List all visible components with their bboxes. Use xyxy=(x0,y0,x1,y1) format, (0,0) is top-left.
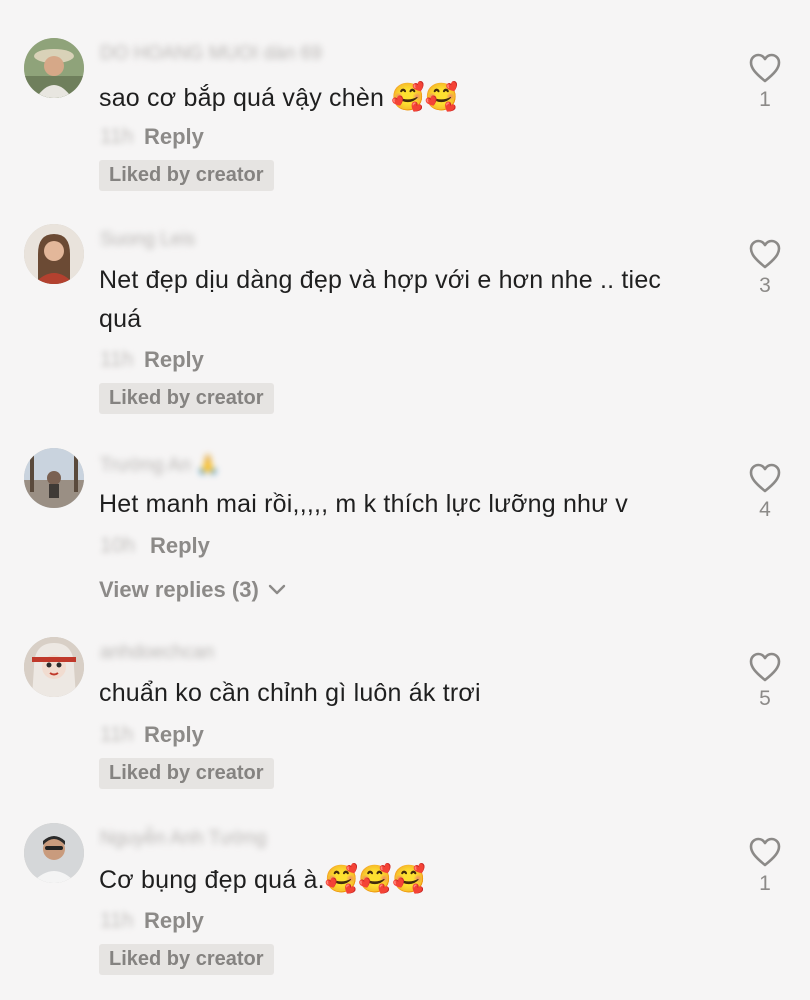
reply-button[interactable]: Reply xyxy=(144,908,204,934)
avatar[interactable] xyxy=(24,38,84,98)
like-section: 1 xyxy=(740,836,790,896)
comment-text-body: sao cơ bắp quá vậy chèn xyxy=(99,84,392,112)
reply-button[interactable]: Reply xyxy=(144,722,204,748)
heart-outline-icon[interactable] xyxy=(748,238,782,270)
liked-by-creator-badge: Liked by creator xyxy=(99,944,274,975)
reply-button[interactable]: Reply xyxy=(150,533,210,559)
timestamp: 11h xyxy=(100,723,134,746)
heart-outline-icon[interactable] xyxy=(748,836,782,868)
comment-meta: 10h Reply xyxy=(100,531,210,561)
liked-by-creator-badge: Liked by creator xyxy=(99,383,274,414)
reply-button[interactable]: Reply xyxy=(144,347,204,373)
heart-outline-icon[interactable] xyxy=(748,462,782,494)
username[interactable]: Suong Leis xyxy=(100,229,195,251)
like-count: 1 xyxy=(759,872,771,895)
avatar[interactable] xyxy=(24,823,84,883)
comment-meta: 11h Reply xyxy=(100,720,204,750)
like-count: 5 xyxy=(759,687,771,710)
like-section: 1 xyxy=(740,52,790,112)
avatar[interactable] xyxy=(24,224,84,284)
view-replies-label: View replies (3) xyxy=(99,577,259,602)
avatar[interactable] xyxy=(24,448,84,508)
heart-outline-icon[interactable] xyxy=(748,651,782,683)
comment-text-body: Net đẹp dịu dàng đẹp và hợp với e hơn nh… xyxy=(99,266,662,333)
comment-emoji: 🥰🥰🥰 xyxy=(324,864,426,895)
timestamp: 11h xyxy=(100,909,134,932)
comment-text: Het manh mai rồi,,,,, m k thích lực lưỡn… xyxy=(99,485,699,524)
liked-by-creator-badge: Liked by creator xyxy=(99,160,274,191)
heart-outline-icon[interactable] xyxy=(748,52,782,84)
comment-emoji: 🥰🥰 xyxy=(391,82,459,113)
username[interactable]: DO HOANG MUOI dàn 69 xyxy=(100,43,322,65)
comment-text: chuẩn ko cần chỉnh gì luôn ák trơi xyxy=(99,674,699,713)
username[interactable]: Nguyễn Anh Tường xyxy=(100,828,266,850)
avatar[interactable] xyxy=(24,637,84,697)
timestamp: 11h xyxy=(100,348,134,371)
comment-text: Cơ bụng đẹp quá à.🥰🥰🥰 xyxy=(99,860,699,900)
comment-meta: 11h Reply xyxy=(100,906,204,936)
reply-button[interactable]: Reply xyxy=(144,124,204,150)
timestamp: 11h xyxy=(100,125,134,148)
like-section: 3 xyxy=(740,238,790,298)
comment-text: Net đẹp dịu dàng đẹp và hợp với e hơn nh… xyxy=(99,261,674,339)
comment-text: sao cơ bắp quá vậy chèn 🥰🥰 xyxy=(99,78,699,118)
like-section: 5 xyxy=(740,651,790,711)
comment-text-body: Het manh mai rồi,,,,, m k thích lực lưỡn… xyxy=(99,490,628,518)
comment-text-body: Cơ bụng đẹp quá à. xyxy=(99,866,325,894)
username[interactable]: anhdoechcan xyxy=(100,642,214,664)
username[interactable]: Trường An 🙏 xyxy=(100,453,220,477)
comment-meta: 11h Reply xyxy=(100,122,204,152)
timestamp: 10h xyxy=(100,534,136,557)
comment-text-body: chuẩn ko cần chỉnh gì luôn ák trơi xyxy=(99,679,481,707)
like-count: 1 xyxy=(759,88,771,111)
like-count: 4 xyxy=(759,498,771,521)
view-replies-button[interactable]: View replies (3) xyxy=(99,577,287,603)
comment-meta: 11h Reply xyxy=(100,345,204,375)
like-count: 3 xyxy=(759,274,771,297)
liked-by-creator-badge: Liked by creator xyxy=(99,758,274,789)
chevron-down-icon xyxy=(268,584,285,595)
like-section: 4 xyxy=(740,462,790,522)
